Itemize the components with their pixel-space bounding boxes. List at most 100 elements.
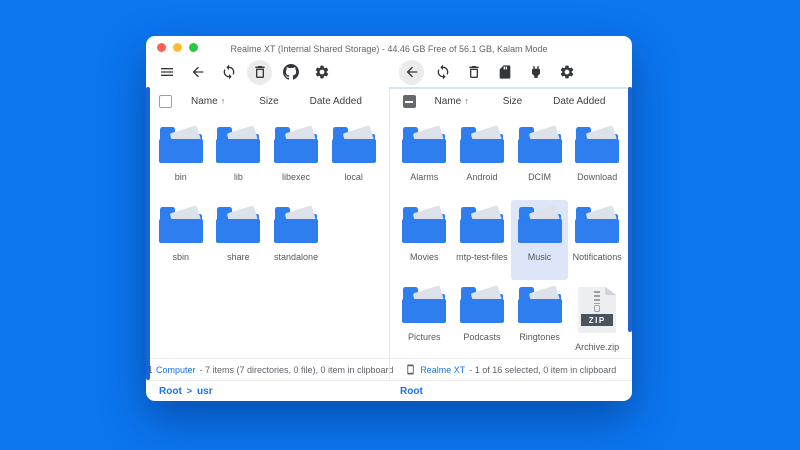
back-button[interactable] bbox=[399, 60, 424, 85]
folder-icon bbox=[518, 287, 562, 323]
title-bar: Realme XT (Internal Shared Storage) - 44… bbox=[146, 36, 632, 57]
breadcrumb-item[interactable]: Root bbox=[400, 386, 423, 397]
file-tile[interactable]: Alarms bbox=[396, 120, 454, 200]
phone-device-link[interactable]: Realme XT bbox=[420, 365, 465, 375]
date-added-column-label[interactable]: Date Added bbox=[553, 96, 605, 107]
breadcrumb-item[interactable]: Root bbox=[159, 386, 182, 397]
github-button[interactable] bbox=[278, 60, 303, 85]
github-icon bbox=[283, 64, 299, 80]
left-pane-header: Name ↑ Size Date Added bbox=[146, 89, 389, 114]
sd-card-button[interactable] bbox=[492, 60, 517, 85]
right-pane-scrollbar[interactable] bbox=[628, 87, 632, 332]
folder-icon bbox=[575, 207, 619, 243]
maximize-button[interactable] bbox=[189, 43, 198, 52]
file-name: share bbox=[227, 252, 250, 262]
file-name: Ringtones bbox=[519, 332, 560, 342]
file-name: libexec bbox=[282, 172, 310, 182]
window-title: Realme XT (Internal Shared Storage) - 44… bbox=[231, 40, 548, 54]
file-name: Android bbox=[466, 172, 497, 182]
toolbars-row bbox=[146, 57, 632, 87]
file-tile[interactable]: Android bbox=[453, 120, 511, 200]
folder-icon bbox=[402, 207, 446, 243]
folder-icon bbox=[518, 207, 562, 243]
zip-badge: ZIP bbox=[581, 314, 613, 326]
size-column-label[interactable]: Size bbox=[259, 96, 278, 107]
folder-icon bbox=[460, 207, 504, 243]
folder-icon bbox=[216, 207, 260, 243]
sd-card-icon bbox=[497, 64, 513, 80]
file-tile[interactable]: local bbox=[325, 120, 383, 200]
computer-device-link[interactable]: Computer bbox=[156, 365, 196, 375]
folder-icon bbox=[460, 287, 504, 323]
power-button[interactable] bbox=[523, 60, 548, 85]
file-tile[interactable]: Notifications bbox=[568, 200, 626, 280]
file-tile[interactable]: standalone bbox=[267, 200, 325, 280]
file-tile[interactable]: ZIP Archive.zip bbox=[568, 280, 626, 358]
file-tile[interactable]: bin bbox=[152, 120, 210, 200]
file-tile[interactable]: mtp-test-files bbox=[453, 200, 511, 280]
file-name: Pictures bbox=[408, 332, 441, 342]
file-tile[interactable]: DCIM bbox=[511, 120, 569, 200]
folder-icon bbox=[575, 127, 619, 163]
minimize-button[interactable] bbox=[173, 43, 182, 52]
folder-icon bbox=[159, 207, 203, 243]
select-all-checkbox[interactable] bbox=[159, 95, 172, 108]
desktop-background: { "window_title": "Realme XT (Internal S… bbox=[0, 0, 800, 450]
name-column-label: Name bbox=[435, 96, 462, 107]
left-pane-scrollbar[interactable] bbox=[146, 87, 150, 380]
file-tile[interactable]: Movies bbox=[396, 200, 454, 280]
delete-icon bbox=[252, 64, 268, 80]
date-added-column-label[interactable]: Date Added bbox=[310, 96, 362, 107]
file-tile[interactable]: lib bbox=[210, 120, 268, 200]
left-breadcrumb: Root>usr bbox=[146, 386, 391, 397]
folder-icon bbox=[159, 127, 203, 163]
dual-panes: Name ↑ Size Date Added bin lib libexec loca… bbox=[146, 87, 632, 380]
file-tile[interactable]: sbin bbox=[152, 200, 210, 280]
delete-icon bbox=[466, 64, 482, 80]
size-column-label[interactable]: Size bbox=[503, 96, 522, 107]
refresh-button[interactable] bbox=[430, 60, 455, 85]
file-name: Movies bbox=[410, 252, 439, 262]
right-pane-toolbar bbox=[387, 60, 632, 85]
file-name: Podcasts bbox=[463, 332, 500, 342]
left-status-text: - 7 items (7 directories, 0 file), 0 ite… bbox=[199, 365, 393, 375]
right-file-grid: Alarms Android DCIMDownload Movies mtp-test-… bbox=[390, 114, 633, 358]
file-tile[interactable]: Music bbox=[511, 200, 569, 280]
file-tile[interactable]: Ringtones bbox=[511, 280, 569, 358]
right-pane-header: Name ↑ Size Date Added bbox=[390, 89, 633, 114]
select-all-checkbox[interactable] bbox=[403, 95, 416, 108]
file-name: Music bbox=[528, 252, 552, 262]
right-status-bar: Realme XT - 1 of 16 selected, 0 item in … bbox=[390, 358, 633, 380]
right-breadcrumb: Root bbox=[391, 386, 632, 397]
app-window: Realme XT (Internal Shared Storage) - 44… bbox=[146, 36, 632, 401]
folder-icon bbox=[332, 127, 376, 163]
refresh-button[interactable] bbox=[216, 60, 241, 85]
back-icon bbox=[404, 64, 420, 80]
right-status-text: - 1 of 16 selected, 0 item in clipboard bbox=[469, 365, 616, 375]
sort-by-name[interactable]: Name ↑ bbox=[191, 96, 225, 107]
file-tile[interactable]: Podcasts bbox=[453, 280, 511, 358]
file-name: Archive.zip bbox=[575, 342, 619, 352]
file-name: Alarms bbox=[410, 172, 438, 182]
file-tile[interactable]: share bbox=[210, 200, 268, 280]
file-tile[interactable]: libexec bbox=[267, 120, 325, 200]
breadcrumb-item[interactable]: usr bbox=[197, 386, 213, 397]
delete-button[interactable] bbox=[461, 60, 486, 85]
delete-button[interactable] bbox=[247, 60, 272, 85]
settings-button[interactable] bbox=[554, 60, 579, 85]
back-button[interactable] bbox=[185, 60, 210, 85]
file-name: mtp-test-files bbox=[456, 252, 508, 262]
sort-by-name[interactable]: Name ↑ bbox=[435, 96, 469, 107]
folder-icon bbox=[518, 127, 562, 163]
traffic-lights bbox=[157, 43, 198, 52]
settings-button[interactable] bbox=[309, 60, 334, 85]
menu-button[interactable] bbox=[154, 60, 179, 85]
file-name: sbin bbox=[173, 252, 190, 262]
file-tile[interactable]: Pictures bbox=[396, 280, 454, 358]
file-tile[interactable]: Download bbox=[568, 120, 626, 200]
file-name: lib bbox=[234, 172, 243, 182]
close-button[interactable] bbox=[157, 43, 166, 52]
back-icon bbox=[190, 64, 206, 80]
settings-icon bbox=[559, 64, 575, 80]
folder-icon bbox=[402, 127, 446, 163]
